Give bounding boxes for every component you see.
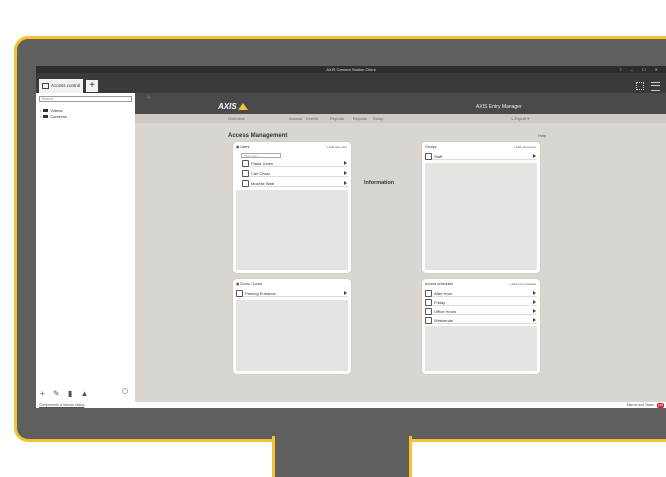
status-bar: Components & license status Alarms and T… — [36, 402, 666, 408]
schedules-panel: Access schedules + Add new schedule Afte… — [422, 279, 540, 374]
list-item-label: Parking Entrance — [245, 291, 276, 296]
list-item-label: Office Hours — [434, 309, 457, 314]
tree-item-videos[interactable]: › Videos — [40, 108, 63, 113]
add-schedule-button[interactable]: + Add new schedule — [509, 282, 536, 286]
chevron-right-icon — [344, 180, 347, 185]
list-item[interactable]: Mozelle Watt — [242, 179, 348, 187]
groups-panel-body — [425, 163, 537, 270]
help-link[interactable]: Help — [538, 133, 546, 138]
list-item[interactable]: Carl Orosz — [242, 169, 348, 177]
user-icon — [242, 160, 249, 167]
list-item[interactable]: Staff — [425, 152, 537, 160]
nav-events[interactable]: Events — [306, 116, 318, 121]
calendar-icon — [425, 290, 432, 297]
doors-header: ▣ Doors / Zones — [236, 282, 263, 286]
nav-reports-2[interactable]: Reports — [353, 116, 367, 121]
users-panel-body — [236, 190, 348, 270]
window-titlebar: AXIS Camera Station Client ? – ☐ ✕ — [36, 66, 666, 73]
sidebar: Search... › Videos › Cameras + ✎ ▮ ▲ — [36, 93, 135, 402]
chevron-right-icon — [533, 153, 536, 158]
list-item-label: Weekends — [434, 318, 453, 323]
user-icon — [242, 180, 249, 187]
axis-logo: AXIS — [218, 102, 248, 111]
window-controls[interactable]: ? – ☐ ✕ — [619, 67, 662, 72]
tree-item-cameras[interactable]: › Cameras — [40, 114, 67, 119]
tab-label: Access control — [51, 83, 81, 89]
nav-access[interactable]: Access — [289, 116, 302, 121]
users-header-label: Users — [240, 145, 250, 149]
tree-item-label: Cameras — [50, 114, 67, 119]
doors-panel-body — [236, 300, 348, 371]
nav-bar: Overview Access Events Reports Reports S… — [135, 114, 666, 123]
doors-header-label: Doors / Zones — [240, 282, 263, 286]
chevron-right-icon — [533, 299, 536, 304]
list-item[interactable]: Office Hours — [425, 307, 537, 315]
list-item[interactable]: Parking Entrance — [236, 289, 348, 297]
export-button[interactable]: ↘ Export ▾ — [510, 116, 529, 121]
chevron-right-icon — [533, 308, 536, 313]
alarm-count-badge: 199 — [657, 402, 664, 408]
search-icon[interactable] — [122, 388, 128, 394]
nav-setup[interactable]: Setup — [373, 116, 383, 121]
filter-users-input[interactable]: Filter users — [241, 153, 281, 158]
hamburger-menu-icon[interactable] — [651, 82, 660, 91]
alarms-tasks-link[interactable]: Alarms and Tasks — [626, 403, 654, 407]
license-status-link[interactable]: Components & license status — [39, 403, 84, 407]
app-title: AXIS Entry Manager — [476, 104, 522, 110]
folder-icon — [43, 115, 49, 119]
list-item[interactable]: After Hour — [425, 289, 537, 297]
nav-reports[interactable]: Reports — [330, 116, 344, 121]
window-title: AXIS Camera Station Client — [326, 67, 376, 72]
folder-icon — [43, 109, 49, 113]
list-item-label: Mozelle Watt — [251, 181, 274, 186]
entry-manager-app: ⌂ AXIS AXIS Entry Manager Overview Acces… — [135, 93, 666, 402]
chevron-right-icon — [344, 170, 347, 175]
list-item[interactable]: Weekends — [425, 316, 537, 324]
list-item[interactable]: Paula Jones — [242, 159, 348, 167]
door-icon — [236, 290, 243, 297]
list-item[interactable]: Friday — [425, 298, 537, 306]
list-item-label: Carl Orosz — [251, 171, 271, 176]
tab-strip: Access control + — [36, 73, 666, 93]
list-item-label: Friday — [434, 300, 446, 305]
screen: AXIS Camera Station Client ? – ☐ ✕ Acces… — [36, 66, 666, 408]
monitor-stand — [272, 436, 412, 477]
chevron-right-icon — [344, 290, 347, 295]
nav-overview[interactable]: Overview — [228, 116, 245, 121]
user-icon — [242, 170, 249, 177]
sidebar-toolbar[interactable]: + ✎ ▮ ▲ — [40, 389, 91, 398]
users-panel: ▣ Users + Add new user Filter users Paul… — [233, 142, 351, 273]
page-title: Access Management — [228, 133, 288, 139]
tree-item-label: Videos — [50, 108, 63, 113]
add-group-button[interactable]: + Add new group — [513, 145, 536, 149]
group-icon — [425, 153, 432, 160]
chevron-right-icon — [533, 290, 536, 295]
groups-header: Groups — [425, 145, 437, 149]
information-heading: Information — [364, 180, 395, 186]
app-header: ⌂ AXIS AXIS Entry Manager — [135, 93, 666, 114]
monitor-icon — [42, 83, 49, 89]
search-input[interactable]: Search... — [39, 96, 132, 102]
list-item-label: Paula Jones — [251, 161, 274, 166]
tab-access-control[interactable]: Access control — [39, 79, 83, 93]
list-item-label: After Hour — [434, 291, 453, 296]
calendar-icon — [425, 317, 432, 324]
export-label: Export — [514, 116, 527, 121]
schedules-panel-body — [425, 326, 537, 371]
calendar-icon — [425, 308, 432, 315]
brand-bar: AXIS AXIS Entry Manager — [135, 100, 666, 113]
chevron-right-icon — [533, 317, 536, 322]
list-item-label: Staff — [434, 154, 443, 159]
schedules-header: Access schedules — [425, 282, 454, 286]
doors-panel: ▣ Doors / Zones Parking Entrance — [233, 279, 351, 374]
new-tab-button[interactable]: + — [86, 80, 98, 92]
calendar-icon — [425, 299, 432, 306]
chevron-right-icon — [344, 160, 347, 165]
users-header: ▣ Users — [236, 145, 250, 149]
groups-panel: Groups + Add new group Staff — [422, 142, 540, 273]
fullscreen-icon[interactable] — [636, 82, 644, 90]
add-user-button[interactable]: + Add new user — [326, 145, 347, 149]
